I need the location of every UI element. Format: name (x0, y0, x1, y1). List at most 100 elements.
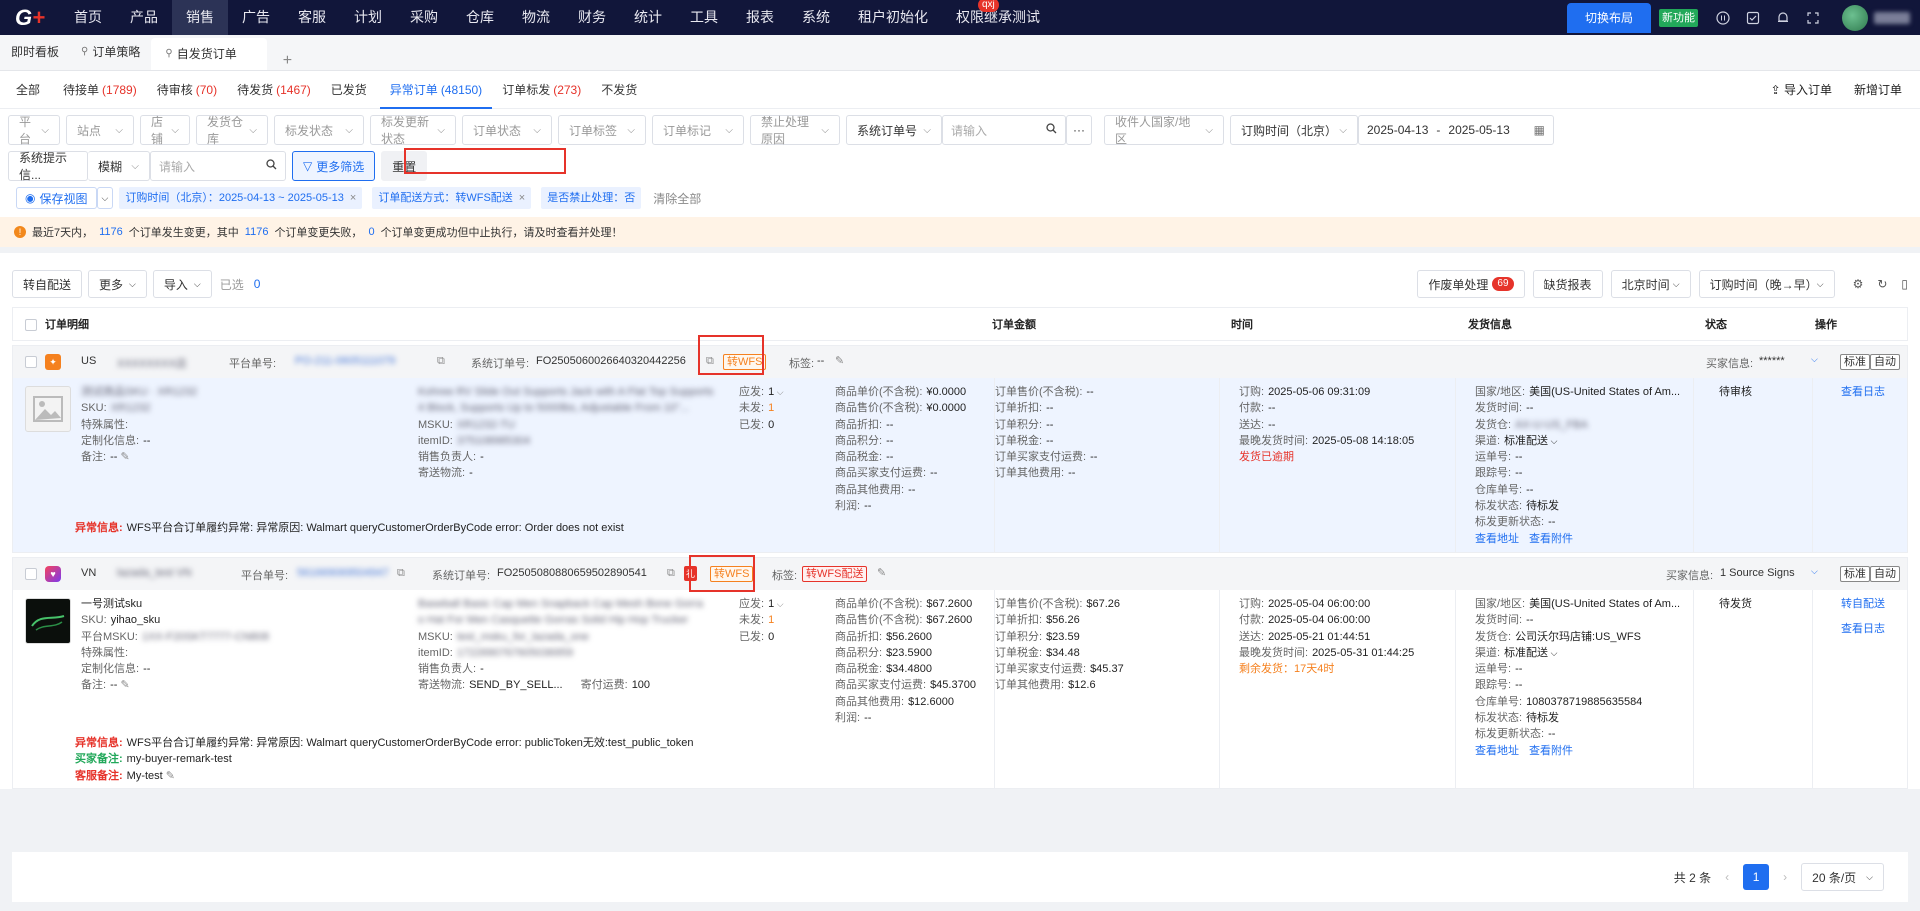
fuzzy-select[interactable]: 模糊 ⌵ (88, 151, 150, 181)
platform-no[interactable]: PO-211-0605111079 (295, 355, 395, 367)
help-icon[interactable] (1716, 10, 1730, 25)
app-logo[interactable]: G+ (0, 0, 60, 35)
standard-button[interactable]: 标准 (1840, 566, 1870, 582)
edit-icon[interactable]: ✎ (835, 354, 844, 367)
prev-page-button[interactable]: ‹ (1725, 870, 1729, 884)
filter-select[interactable]: 订单标签 ⌵ (558, 115, 646, 145)
save-view-button[interactable]: ◉ 保存视图 (16, 187, 97, 209)
ship-link[interactable]: 查看附件 (1529, 533, 1573, 545)
clear-all-link[interactable]: 清除全部 (653, 190, 701, 207)
ship-link[interactable]: 查看附件 (1529, 745, 1573, 757)
platform-no[interactable]: 561669069504947 (297, 567, 389, 579)
bell-icon[interactable] (1776, 11, 1790, 25)
user-name[interactable] (1874, 11, 1910, 24)
order-checkbox[interactable] (25, 356, 37, 368)
nav-item[interactable]: 采购 (396, 0, 452, 35)
page-size-select[interactable]: 20 条/页 ⌵ (1801, 863, 1884, 891)
task-icon[interactable] (1746, 11, 1760, 25)
status-tab[interactable]: 已发货 (321, 71, 380, 109)
void-order-button[interactable]: 作废单处理 69 (1417, 270, 1525, 298)
ship-link[interactable]: 查看地址 (1475, 745, 1519, 757)
timezone-select[interactable]: 北京时间 ⌵ (1610, 270, 1691, 298)
keyword-input[interactable]: 请输入 (150, 151, 286, 181)
import-orders-button[interactable]: ⇪ 导入订单 (1771, 81, 1832, 98)
chevron-down-icon[interactable]: ⌵ (1811, 354, 1818, 365)
filter-select[interactable]: 标发更新状态 ⌵ (370, 115, 456, 146)
auto-button[interactable]: 自动 (1870, 354, 1900, 370)
nav-item[interactable]: 财务 (564, 0, 620, 35)
sort-select[interactable]: 订购时间（晚→早） ⌵ (1698, 270, 1835, 298)
self-ship-button[interactable]: 转自配送 (12, 270, 83, 298)
nav-item[interactable]: 统计 (620, 0, 676, 35)
order-no-select[interactable]: 系统订单号 ⌵ (846, 115, 942, 145)
chevron-down-icon[interactable]: ⌵ (1548, 436, 1558, 446)
nav-item[interactable]: 客服 (284, 0, 340, 35)
time-type-select[interactable]: 订购时间（北京） ⌵ (1230, 115, 1358, 145)
action-link[interactable]: 查看日志 (1841, 384, 1885, 400)
chip-prohibit-process[interactable]: 是否禁止处理：否 (541, 187, 642, 209)
close-icon[interactable]: × (350, 187, 356, 209)
order-no-input[interactable]: 请输入 (942, 115, 1066, 145)
book-icon[interactable]: ▯ (1901, 277, 1908, 291)
date-range-input[interactable]: 2025-04-13-2025-05-13 ▦ (1358, 115, 1554, 145)
nav-item[interactable]: 广告 (228, 0, 284, 35)
auto-button[interactable]: 自动 (1870, 566, 1900, 582)
status-tab[interactable]: 待接单 (1789) (53, 71, 147, 109)
status-tab[interactable]: 全部 (6, 71, 53, 109)
status-tab[interactable]: 待审核 (70) (147, 71, 227, 109)
filter-select[interactable]: 平台 ⌵ (8, 115, 60, 146)
switch-layout-button[interactable]: 切换布局 (1566, 2, 1651, 33)
chip-delivery-method[interactable]: 订单配送方式：转WFS配送 × (372, 187, 532, 209)
more-filter-button[interactable]: ▽ 更多筛选 (292, 151, 376, 181)
ship-link[interactable]: 查看地址 (1475, 533, 1519, 545)
action-link[interactable]: 查看日志 (1841, 621, 1885, 637)
status-tab[interactable]: 待发货 (1467) (227, 71, 321, 109)
nav-item[interactable]: 系统 (788, 0, 844, 35)
status-tab[interactable]: 异常订单 (48150) (379, 71, 493, 109)
page-tab-order-strategy[interactable]: ⚲ 订单策略 (70, 34, 151, 70)
settings-icon[interactable]: ⚙ (1853, 277, 1864, 291)
nav-item[interactable]: 仓库 (452, 0, 508, 35)
nav-item[interactable]: 租户初始化 (844, 0, 942, 35)
new-feature-button[interactable]: 新功能 (1659, 8, 1698, 27)
chevron-down-icon[interactable]: ⌵ (1811, 566, 1818, 577)
fullscreen-icon[interactable] (1806, 11, 1820, 25)
chevron-down-icon[interactable]: ⌵ (774, 387, 784, 397)
next-page-button[interactable]: › (1783, 870, 1787, 884)
select-all-checkbox[interactable] (25, 319, 37, 331)
new-order-button[interactable]: 新增订单 (1854, 81, 1902, 98)
copy-icon[interactable]: ⧉ (397, 567, 405, 580)
filter-select[interactable]: 订单标记 ⌵ (652, 115, 744, 145)
sys-hint-select[interactable]: 系统提示信... (8, 151, 88, 182)
chevron-down-icon[interactable]: ⌵ (774, 599, 784, 609)
action-link[interactable]: 转自配送 (1841, 596, 1885, 612)
chevron-down-icon[interactable]: ⌵ (1548, 648, 1558, 658)
copy-icon[interactable]: ⧉ (437, 355, 445, 368)
page-1-button[interactable]: 1 (1743, 864, 1770, 890)
nav-item[interactable]: 计划 (340, 0, 396, 35)
filter-select[interactable]: 发货仓库 ⌵ (196, 115, 268, 146)
filter-select[interactable]: 禁止处理原因 ⌵ (750, 115, 840, 146)
chip-order-time[interactable]: 订购时间（北京）：2025-04-13 ~ 2025-05-13 × (119, 187, 363, 209)
copy-icon[interactable]: ⧉ (667, 567, 675, 580)
close-icon[interactable]: × (519, 187, 525, 209)
more-button[interactable]: 更多 ⌵ (88, 270, 147, 298)
page-tab-self-ship-orders[interactable]: ⚲ 自发货订单 (151, 38, 267, 70)
refresh-icon[interactable]: ↻ (1877, 277, 1887, 291)
edit-icon[interactable]: ✎ (117, 679, 129, 691)
nav-item[interactable]: 首页 (60, 0, 116, 35)
page-tab-dashboard[interactable]: 即时看板 (0, 34, 70, 70)
status-tab[interactable]: 不发货 (591, 71, 650, 109)
filter-select[interactable]: 站点 ⌵ (66, 115, 134, 145)
nav-item[interactable]: 权限继承测试 qxj (942, 0, 1054, 35)
nav-item[interactable]: 工具 (676, 0, 732, 35)
edit-icon[interactable]: ✎ (877, 566, 886, 579)
edit-icon[interactable]: ✎ (117, 451, 129, 463)
status-tab[interactable]: 订单标发 (273) (492, 71, 591, 109)
add-tab-button[interactable]: + (267, 52, 308, 70)
filter-select[interactable]: 订单状态 ⌵ (462, 115, 552, 145)
standard-button[interactable]: 标准 (1840, 354, 1870, 370)
nav-item[interactable]: 报表 (732, 0, 788, 35)
filter-select[interactable]: 店铺 ⌵ (140, 115, 190, 146)
missing-report-button[interactable]: 缺货报表 (1532, 270, 1603, 298)
